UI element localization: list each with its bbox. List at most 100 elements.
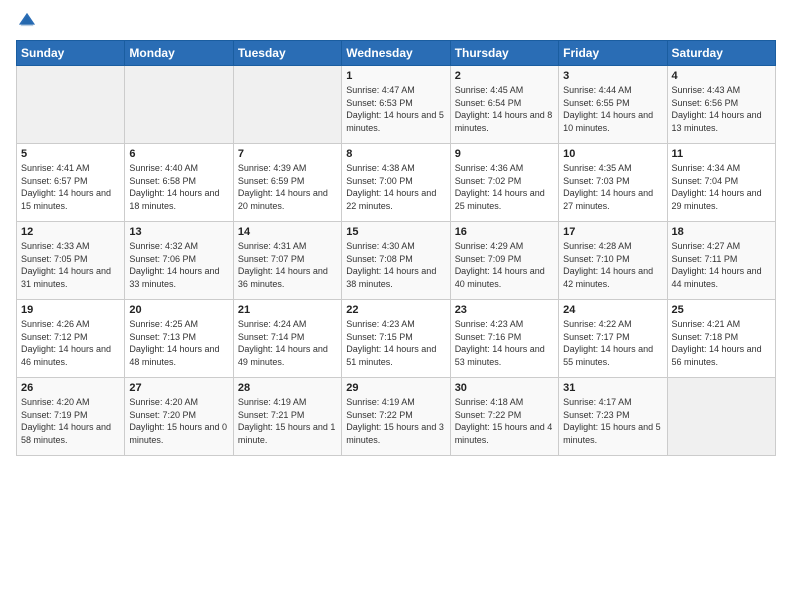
calendar-cell: 2Sunrise: 4:45 AMSunset: 6:54 PMDaylight… [450,66,558,144]
calendar-cell: 16 Sunrise: 4:29 AMSunset: 7:09 PMDayligh… [450,222,558,300]
day-info: Sunrise: 4:38 AMSunset: 7:00 PMDaylight:… [346,162,445,212]
logo [16,10,42,32]
calendar-cell: 13Sunrise: 4:32 AMSunset: 7:06 PMDayligh… [125,222,233,300]
calendar-cell: 7 Sunrise: 4:39 AMSunset: 6:59 PMDaylight… [233,144,341,222]
day-info: Sunrise: 4:21 AMSunset: 7:18 PMDaylight:… [672,318,771,368]
calendar-cell: 30 Sunrise: 4:18 AMSunset: 7:22 PMDayligh… [450,378,558,456]
calendar-cell: 10Sunrise: 4:35 AMSunset: 7:03 PMDayligh… [559,144,667,222]
day-info: Sunrise: 4:31 AMSunset: 7:07 PMDaylight:… [238,240,337,290]
header-row: SundayMondayTuesdayWednesdayThursdayFrid… [17,41,776,66]
day-info: Sunrise: 4:28 AMSunset: 7:10 PMDaylight:… [563,240,662,290]
calendar-cell: 31 Sunrise: 4:17 AMSunset: 7:23 PMDayligh… [559,378,667,456]
day-info: Sunrise: 4:19 AMSunset: 7:21 PMDaylight:… [238,396,337,446]
day-number: 31 [563,382,662,394]
calendar-cell: 26Sunrise: 4:20 AMSunset: 7:19 PMDayligh… [17,378,125,456]
calendar-cell: 5 Sunrise: 4:41 AMSunset: 6:57 PMDaylight… [17,144,125,222]
day-number: 26 [21,382,120,394]
calendar-cell: 23Sunrise: 4:23 AMSunset: 7:16 PMDayligh… [450,300,558,378]
calendar-cell: 24 Sunrise: 4:22 AMSunset: 7:17 PMDayligh… [559,300,667,378]
day-number: 7 [238,148,337,160]
calendar-cell: 12Sunrise: 4:33 AMSunset: 7:05 PMDayligh… [17,222,125,300]
day-number: 15 [346,226,445,238]
calendar-week-row: 12Sunrise: 4:33 AMSunset: 7:05 PMDayligh… [17,222,776,300]
day-number: 3 [563,70,662,82]
day-info: Sunrise: 4:36 AMSunset: 7:02 PMDaylight:… [455,162,554,212]
day-number: 27 [129,382,228,394]
day-number: 1 [346,70,445,82]
day-number: 17 [563,226,662,238]
day-info: Sunrise: 4:30 AMSunset: 7:08 PMDaylight:… [346,240,445,290]
weekday-header: Tuesday [233,41,341,66]
day-info: Sunrise: 4:17 AMSunset: 7:23 PMDaylight:… [563,396,662,446]
day-info: Sunrise: 4:29 AMSunset: 7:09 PMDaylight:… [455,240,554,290]
day-number: 28 [238,382,337,394]
calendar-cell: 14 Sunrise: 4:31 AMSunset: 7:07 PMDayligh… [233,222,341,300]
calendar-cell: 29Sunrise: 4:19 AMSunset: 7:22 PMDayligh… [342,378,450,456]
day-info: Sunrise: 4:24 AMSunset: 7:14 PMDaylight:… [238,318,337,368]
calendar-cell: 25 Sunrise: 4:21 AMSunset: 7:18 PMDayligh… [667,300,775,378]
day-info: Sunrise: 4:34 AMSunset: 7:04 PMDaylight:… [672,162,771,212]
day-info: Sunrise: 4:44 AMSunset: 6:55 PMDaylight:… [563,84,662,134]
calendar-cell: 4 Sunrise: 4:43 AMSunset: 6:56 PMDaylight… [667,66,775,144]
day-info: Sunrise: 4:35 AMSunset: 7:03 PMDaylight:… [563,162,662,212]
calendar-table: SundayMondayTuesdayWednesdayThursdayFrid… [16,40,776,456]
day-number: 25 [672,304,771,316]
calendar-cell: 15 Sunrise: 4:30 AMSunset: 7:08 PMDayligh… [342,222,450,300]
calendar-cell: 21 Sunrise: 4:24 AMSunset: 7:14 PMDayligh… [233,300,341,378]
day-info: Sunrise: 4:23 AMSunset: 7:15 PMDaylight:… [346,318,445,368]
calendar-week-row: 19 Sunrise: 4:26 AMSunset: 7:12 PMDayligh… [17,300,776,378]
day-number: 16 [455,226,554,238]
day-info: Sunrise: 4:41 AMSunset: 6:57 PMDaylight:… [21,162,120,212]
calendar-cell: 6Sunrise: 4:40 AMSunset: 6:58 PMDaylight… [125,144,233,222]
day-number: 24 [563,304,662,316]
weekday-header: Wednesday [342,41,450,66]
calendar-week-row: 5 Sunrise: 4:41 AMSunset: 6:57 PMDaylight… [17,144,776,222]
calendar-cell: 1Sunrise: 4:47 AMSunset: 6:53 PMDaylight… [342,66,450,144]
day-info: Sunrise: 4:23 AMSunset: 7:16 PMDaylight:… [455,318,554,368]
calendar-cell: 3 Sunrise: 4:44 AMSunset: 6:55 PMDaylight… [559,66,667,144]
calendar-week-row: 1Sunrise: 4:47 AMSunset: 6:53 PMDaylight… [17,66,776,144]
calendar-week-row: 26Sunrise: 4:20 AMSunset: 7:19 PMDayligh… [17,378,776,456]
day-number: 22 [346,304,445,316]
day-number: 14 [238,226,337,238]
day-number: 30 [455,382,554,394]
calendar-cell [125,66,233,144]
day-info: Sunrise: 4:20 AMSunset: 7:20 PMDaylight:… [129,396,228,446]
day-number: 5 [21,148,120,160]
day-info: Sunrise: 4:22 AMSunset: 7:17 PMDaylight:… [563,318,662,368]
weekday-header: Thursday [450,41,558,66]
day-info: Sunrise: 4:25 AMSunset: 7:13 PMDaylight:… [129,318,228,368]
day-number: 21 [238,304,337,316]
day-info: Sunrise: 4:39 AMSunset: 6:59 PMDaylight:… [238,162,337,212]
day-number: 12 [21,226,120,238]
calendar-page: SundayMondayTuesdayWednesdayThursdayFrid… [0,0,792,612]
day-info: Sunrise: 4:26 AMSunset: 7:12 PMDaylight:… [21,318,120,368]
day-number: 13 [129,226,228,238]
calendar-cell: 8 Sunrise: 4:38 AMSunset: 7:00 PMDaylight… [342,144,450,222]
day-number: 18 [672,226,771,238]
weekday-header: Monday [125,41,233,66]
calendar-cell: 22 Sunrise: 4:23 AMSunset: 7:15 PMDayligh… [342,300,450,378]
day-number: 2 [455,70,554,82]
calendar-cell: 27 Sunrise: 4:20 AMSunset: 7:20 PMDayligh… [125,378,233,456]
day-number: 20 [129,304,228,316]
day-number: 8 [346,148,445,160]
day-info: Sunrise: 4:18 AMSunset: 7:22 PMDaylight:… [455,396,554,446]
weekday-header: Friday [559,41,667,66]
weekday-header: Sunday [17,41,125,66]
day-info: Sunrise: 4:43 AMSunset: 6:56 PMDaylight:… [672,84,771,134]
day-info: Sunrise: 4:27 AMSunset: 7:11 PMDaylight:… [672,240,771,290]
day-info: Sunrise: 4:40 AMSunset: 6:58 PMDaylight:… [129,162,228,212]
calendar-cell: 20 Sunrise: 4:25 AMSunset: 7:13 PMDayligh… [125,300,233,378]
calendar-cell: 9 Sunrise: 4:36 AMSunset: 7:02 PMDaylight… [450,144,558,222]
day-number: 4 [672,70,771,82]
day-number: 9 [455,148,554,160]
day-number: 29 [346,382,445,394]
calendar-cell: 18 Sunrise: 4:27 AMSunset: 7:11 PMDayligh… [667,222,775,300]
header [16,10,776,32]
calendar-cell [17,66,125,144]
day-number: 19 [21,304,120,316]
calendar-cell: 17 Sunrise: 4:28 AMSunset: 7:10 PMDayligh… [559,222,667,300]
weekday-header: Saturday [667,41,775,66]
calendar-cell: 28 Sunrise: 4:19 AMSunset: 7:21 PMDayligh… [233,378,341,456]
